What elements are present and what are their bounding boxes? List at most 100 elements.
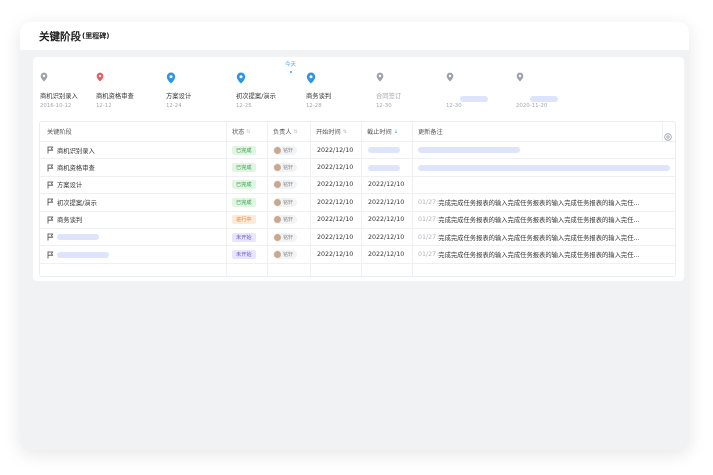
end-date: 2022/12/10	[368, 198, 405, 206]
end-date: 2022/12/10	[368, 181, 405, 189]
stage-cell[interactable]: 商机资格审查	[47, 159, 95, 175]
avatar	[274, 251, 281, 259]
stage-cell[interactable]	[47, 246, 109, 262]
table-row[interactable]: 初次提案/演示 已完成 铭轩 2022/12/10 2022/12/10 01/27: 完成…	[40, 194, 675, 212]
status-badge: 已完成	[232, 197, 256, 207]
page-subtitle: (里程碑)	[82, 32, 110, 40]
stage-cell[interactable]: 方案设计	[47, 177, 82, 193]
owner-chip[interactable]: 铭轩	[273, 232, 298, 242]
pin-blue-icon	[236, 72, 246, 84]
owner-name: 铭轩	[283, 252, 294, 259]
milestone-label: 初次提案/演示	[236, 93, 276, 100]
milestone-label: 合同签订	[376, 93, 402, 100]
sort-down-icon[interactable]: ↓	[394, 129, 398, 135]
avatar	[274, 146, 281, 154]
flag-icon	[47, 216, 54, 224]
stage-cell[interactable]	[47, 229, 99, 245]
owner-chip[interactable]: 铭轩	[273, 145, 298, 155]
start-date: 2022/12/10	[317, 233, 354, 241]
end-cell[interactable]	[368, 142, 400, 158]
stage-cell[interactable]: 商务谈判	[47, 212, 82, 228]
flag-icon	[47, 251, 54, 259]
table-row[interactable]: 商机识别录入 已完成 铭轩 2022/12/10	[40, 142, 675, 160]
owner-chip[interactable]: 铭轩	[273, 163, 298, 173]
owner-chip[interactable]: 铭轩	[273, 197, 298, 207]
end-cell[interactable]: 2022/12/10	[368, 212, 404, 228]
stage-placeholder	[57, 234, 99, 241]
avatar	[274, 164, 281, 172]
end-cell[interactable]: 2022/12/10	[368, 194, 404, 210]
owner-name: 铭轩	[283, 182, 294, 189]
milestone-date: 2016-10-12	[40, 103, 72, 109]
owner-cell[interactable]: 铭轩	[273, 194, 298, 210]
note-cell[interactable]	[418, 177, 673, 193]
start-cell[interactable]: 2022/12/10	[317, 159, 353, 175]
milestone-date: 12-12	[96, 103, 112, 109]
avatar	[274, 216, 281, 224]
end-cell[interactable]: 2022/12/10	[368, 229, 404, 245]
start-cell[interactable]: 2022/12/10	[317, 142, 353, 158]
note-text: 完成完成任务报表的输入完成任务报表的输入完成任务报表的输入完任...	[438, 217, 640, 225]
milestone-label: 商务谈判	[306, 93, 332, 100]
stage-cell[interactable]: 商机识别录入	[47, 142, 95, 158]
milestone-date: 12-30	[376, 103, 392, 109]
start-cell[interactable]: 2022/12/10	[317, 212, 353, 228]
start-cell[interactable]: 2022/12/10	[317, 177, 353, 193]
pin-red-icon	[96, 72, 106, 84]
status-badge: 未开始	[232, 232, 256, 242]
start-cell[interactable]: 2022/12/10	[317, 246, 353, 262]
owner-cell[interactable]: 铭轩	[273, 142, 298, 158]
note-text: 完成完成任务报表的输入完成任务报表的输入完成任务报表的输入完任...	[438, 252, 640, 260]
status-cell: 已完成	[232, 142, 256, 158]
milestone-label-placeholder	[460, 96, 488, 102]
owner-cell[interactable]: 铭轩	[273, 159, 298, 175]
note-text: 完成完成任务报表的输入完成任务报表的输入完成任务报表的输入完任...	[438, 199, 640, 207]
note-cell[interactable]: 01/27: 完成完成任务报表的输入完成任务报表的输入完成任务报表的输入完任...	[418, 229, 673, 245]
owner-chip[interactable]: 铭轩	[273, 215, 298, 225]
pin-blue-icon	[166, 72, 176, 84]
owner-chip[interactable]: 铭轩	[273, 250, 298, 260]
milestone-table: 关键阶段 状态 ⇅ 负责人 ⇅ 开始时间 ⇅ 截止时间 ↓ 更新备注 商机识别录入 已完成…	[39, 121, 676, 277]
milestone-date: 12-30	[446, 103, 462, 109]
owner-cell[interactable]: 铭轩	[273, 177, 298, 193]
note-cell[interactable]: 01/27: 完成完成任务报表的输入完成任务报表的输入完成任务报表的输入完任...	[418, 212, 673, 228]
note-cell[interactable]	[418, 142, 673, 158]
owner-cell[interactable]: 铭轩	[273, 229, 298, 245]
end-cell[interactable]: 2022/12/10	[368, 177, 404, 193]
owner-cell[interactable]: 铭轩	[273, 212, 298, 228]
table-row[interactable]: 商务谈判 进行中 铭轩 2022/12/10 2022/12/10 01/27: 完成完成任…	[40, 212, 675, 229]
status-cell: 未开始	[232, 246, 256, 262]
note-cell[interactable]: 01/27: 完成完成任务报表的输入完成任务报表的输入完成任务报表的输入完任...	[418, 246, 673, 262]
end-date: 2022/12/10	[368, 251, 405, 259]
owner-cell[interactable]: 铭轩	[273, 246, 298, 262]
today-label: 今天	[285, 62, 297, 68]
avatar	[274, 198, 281, 206]
avatar	[274, 181, 281, 189]
end-cell[interactable]	[368, 159, 400, 175]
table-row[interactable]: 未开始 铭轩 2022/12/10 2022/12/10 01/27: 完成完成任务报表的…	[40, 246, 675, 264]
start-cell[interactable]: 2022/12/10	[317, 194, 353, 210]
table-row[interactable]: 方案设计 已完成 铭轩 2022/12/10 2022/12/10	[40, 177, 675, 195]
pin-gray-icon	[516, 72, 526, 84]
end-cell[interactable]: 2022/12/10	[368, 246, 404, 262]
table-row[interactable]: 未开始 铭轩 2022/12/10 2022/12/10 01/27: 完成完成任务报表的…	[40, 229, 675, 247]
col-header-owner[interactable]: 负责人 ⇅	[273, 122, 298, 141]
col-header-start[interactable]: 开始时间 ⇅	[316, 122, 347, 141]
sort-icon[interactable]: ⇅	[343, 129, 347, 135]
status-badge: 已完成	[232, 180, 256, 190]
note-cell[interactable]: 01/27: 完成完成任务报表的输入完成任务报表的输入完成任务报表的输入完任...	[418, 194, 673, 210]
note-cell[interactable]	[418, 159, 673, 175]
table-row[interactable]: 商机资格审查 已完成 铭轩 2022/12/10	[40, 159, 675, 177]
owner-name: 铭轩	[283, 234, 294, 241]
col-header-status[interactable]: 状态 ⇅	[232, 122, 251, 141]
milestone-card: 关键阶段 (里程碑) 今天 商机识别录入 2016-10-12 商机资格审查 12-1…	[20, 22, 689, 450]
flag-icon	[47, 233, 54, 241]
sort-icon[interactable]: ⇅	[294, 129, 298, 135]
sort-icon[interactable]: ⇅	[246, 129, 250, 135]
flag-icon	[47, 198, 54, 206]
stage-cell[interactable]: 初次提案/演示	[47, 194, 97, 210]
col-header-end[interactable]: 截止时间 ↓	[367, 122, 398, 141]
owner-chip[interactable]: 铭轩	[273, 180, 298, 190]
start-cell[interactable]: 2022/12/10	[317, 229, 353, 245]
start-date: 2022/12/10	[317, 198, 354, 206]
